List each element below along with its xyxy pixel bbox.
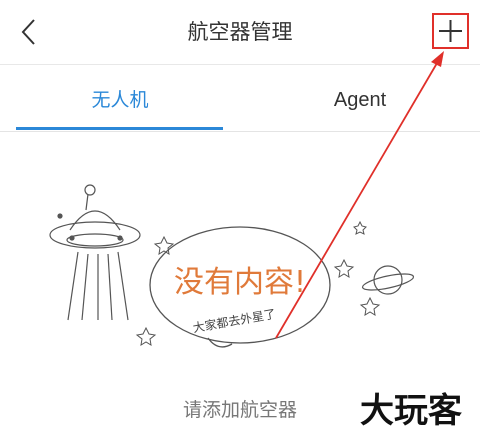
watermark-logo: 大玩客	[360, 391, 462, 431]
planet-icon	[361, 265, 415, 295]
empty-subtitle-text: 大家都去外星了	[192, 306, 277, 335]
tab-agent[interactable]: Agent	[240, 65, 480, 131]
plus-icon	[439, 20, 462, 42]
chevron-left-icon	[21, 19, 35, 45]
speech-bubble: 没有内容! 大家都去外星了	[149, 226, 331, 348]
empty-title-text: 没有内容!	[174, 265, 306, 300]
empty-state-illustration: 没有内容! 大家都去外星了	[49, 184, 415, 348]
ufo-icon	[49, 184, 141, 321]
active-tab-indicator	[16, 127, 223, 130]
back-button[interactable]	[10, 12, 50, 52]
top-bar: 航空器管理	[0, 0, 480, 65]
screen: 航空器管理 无人机 Agent 没有内容! 大家都去外星了 请添加航空器 大玩客	[0, 0, 480, 438]
tab-bar: 无人机 Agent	[0, 65, 480, 132]
watermark-text: 大玩客	[360, 391, 462, 431]
tab-drone[interactable]: 无人机	[0, 65, 240, 131]
add-aircraft-button[interactable]	[432, 13, 469, 49]
page-title: 航空器管理	[187, 20, 293, 44]
